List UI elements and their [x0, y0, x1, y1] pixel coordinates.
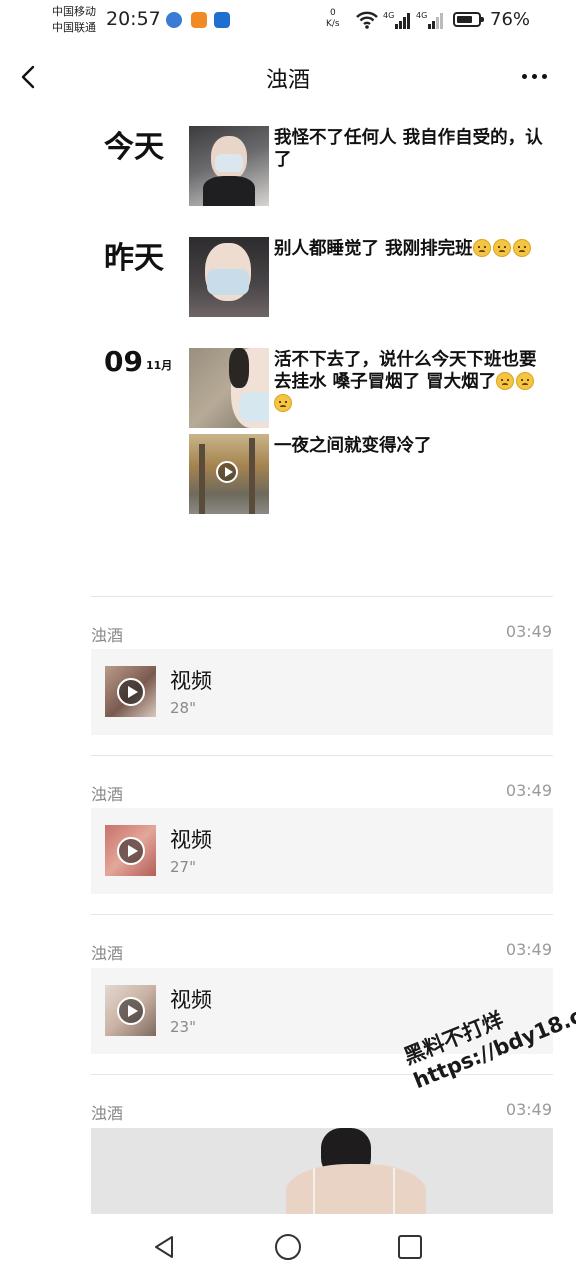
more-dots-icon[interactable] [520, 74, 552, 82]
signal-icon: 4G [383, 11, 410, 29]
moment-photo[interactable] [189, 237, 269, 317]
divider [91, 914, 553, 915]
app-notification-icon [214, 12, 230, 28]
moment-month: 11月 [146, 359, 173, 372]
video-thumbnail [105, 825, 156, 876]
moment-date: 今天 [104, 130, 164, 165]
moment-date: 昨天 [104, 241, 164, 276]
battery-icon [453, 12, 484, 27]
emoji-icon [512, 239, 531, 257]
moment-text-content: 别人都睡觉了 我刚排完班 [274, 239, 473, 259]
play-icon [117, 678, 145, 706]
video-thumbnail [105, 666, 156, 717]
record-time: 03:49 [505, 622, 552, 641]
nav-bar: 浊酒 [0, 44, 576, 110]
moment-video-thumb[interactable] [189, 434, 269, 514]
moment-text: 活不下去了，说什么今天下班也要去挂水 嗓子冒烟了 冒大烟了 [274, 349, 544, 415]
play-icon [117, 997, 145, 1025]
battery-percent: 76% [490, 9, 531, 30]
carrier-1: 中国移动 [52, 5, 96, 18]
moment-day: 09 [104, 345, 143, 378]
net-speed: 0 K/s [326, 8, 340, 30]
record-time: 03:49 [505, 940, 552, 959]
emoji-icon [516, 372, 535, 390]
record-time: 03:49 [505, 1100, 552, 1119]
emoji-icon [492, 239, 511, 257]
video-thumbnail [105, 985, 156, 1036]
network-type-1: 4G [383, 11, 394, 20]
app-notification-icon [191, 12, 207, 28]
emoji-icon [496, 372, 515, 390]
video-title: 视频 [170, 669, 212, 693]
video-card[interactable]: 视频 28" [91, 649, 553, 735]
emoji-icon [472, 239, 491, 257]
network-type-2: 4G [416, 11, 427, 20]
triangle-back-icon[interactable] [150, 1232, 180, 1262]
moment-text: 我怪不了任何人 我自作自受的，认了 [274, 128, 543, 170]
record-sender: 浊酒 [91, 944, 124, 963]
record-time: 03:49 [505, 781, 552, 800]
video-duration: 27" [170, 858, 196, 876]
play-icon [117, 837, 145, 865]
video-duration: 28" [170, 699, 196, 717]
wifi-icon [356, 11, 378, 29]
net-speed-value: 0 [329, 8, 336, 18]
record-sender: 浊酒 [91, 785, 124, 804]
divider [91, 755, 553, 756]
record-sender: 浊酒 [91, 1104, 124, 1123]
emoji-icon [274, 394, 292, 412]
video-card[interactable]: 视频 27" [91, 808, 553, 894]
carrier-2: 中国联通 [52, 21, 96, 34]
carrier-labels: 中国移动 中国联通 [52, 4, 96, 36]
battery-fill [457, 16, 472, 23]
square-recents-icon[interactable] [395, 1232, 425, 1262]
page-title: 浊酒 [265, 68, 310, 93]
circle-home-icon[interactable] [273, 1232, 303, 1262]
moment-photo[interactable] [189, 348, 269, 428]
moment-text: 一夜之间就变得冷了 [274, 436, 432, 456]
play-icon [216, 461, 238, 483]
status-time: 20:57 [106, 8, 161, 30]
video-title: 视频 [170, 828, 212, 852]
moment-photo[interactable] [189, 126, 269, 206]
video-duration: 23" [170, 1018, 196, 1036]
divider [91, 1074, 553, 1075]
video-title: 视频 [170, 988, 212, 1012]
moment-text: 别人都睡觉了 我刚排完班 [274, 238, 544, 260]
status-bar: 中国移动 中国联通 20:57 0 K/s 4G 4G 76% [0, 0, 576, 44]
record-photo[interactable] [91, 1128, 553, 1216]
record-sender: 浊酒 [91, 626, 124, 645]
divider [91, 596, 553, 597]
net-speed-unit: K/s [326, 19, 340, 29]
system-nav-bar [0, 1214, 576, 1280]
signal-icon: 4G [416, 11, 443, 29]
app-notification-icon [166, 12, 182, 28]
